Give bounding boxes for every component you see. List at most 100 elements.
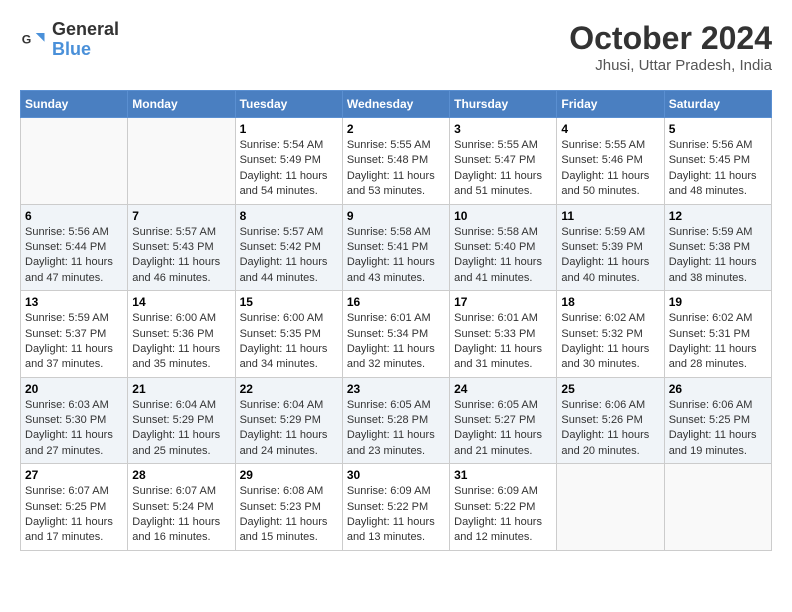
daylight-text: Daylight: 11 hours and 21 minutes. xyxy=(454,429,542,456)
calendar-cell: 3 Sunrise: 5:55 AM Sunset: 5:47 PM Dayli… xyxy=(450,118,557,205)
title-block: October 2024 Jhusi, Uttar Pradesh, India xyxy=(569,20,772,74)
day-info: Sunrise: 5:58 AM Sunset: 5:41 PM Dayligh… xyxy=(347,225,445,287)
day-info: Sunrise: 6:03 AM Sunset: 5:30 PM Dayligh… xyxy=(25,398,123,460)
calendar-cell: 5 Sunrise: 5:56 AM Sunset: 5:45 PM Dayli… xyxy=(664,118,771,205)
day-info: Sunrise: 6:06 AM Sunset: 5:26 PM Dayligh… xyxy=(561,398,659,460)
daylight-text: Daylight: 11 hours and 17 minutes. xyxy=(25,516,113,543)
sunset-text: Sunset: 5:22 PM xyxy=(454,501,535,513)
sunset-text: Sunset: 5:34 PM xyxy=(347,328,428,340)
sunrise-text: Sunrise: 5:55 AM xyxy=(561,139,645,151)
sunset-text: Sunset: 5:31 PM xyxy=(669,328,750,340)
sunrise-text: Sunrise: 6:00 AM xyxy=(132,312,216,324)
calendar-cell: 11 Sunrise: 5:59 AM Sunset: 5:39 PM Dayl… xyxy=(557,204,664,291)
sunset-text: Sunset: 5:49 PM xyxy=(240,154,321,166)
day-info: Sunrise: 6:08 AM Sunset: 5:23 PM Dayligh… xyxy=(240,484,338,546)
day-number: 8 xyxy=(240,209,338,223)
sunrise-text: Sunrise: 6:07 AM xyxy=(25,485,109,497)
sunset-text: Sunset: 5:45 PM xyxy=(669,154,750,166)
day-number: 18 xyxy=(561,295,659,309)
sunset-text: Sunset: 5:24 PM xyxy=(132,501,213,513)
daylight-text: Daylight: 11 hours and 20 minutes. xyxy=(561,429,649,456)
daylight-text: Daylight: 11 hours and 30 minutes. xyxy=(561,343,649,370)
calendar-day-header: Tuesday xyxy=(235,91,342,118)
day-info: Sunrise: 6:00 AM Sunset: 5:35 PM Dayligh… xyxy=(240,311,338,373)
sunrise-text: Sunrise: 5:57 AM xyxy=(240,226,324,238)
day-info: Sunrise: 5:59 AM Sunset: 5:37 PM Dayligh… xyxy=(25,311,123,373)
daylight-text: Daylight: 11 hours and 12 minutes. xyxy=(454,516,542,543)
calendar-cell: 31 Sunrise: 6:09 AM Sunset: 5:22 PM Dayl… xyxy=(450,464,557,551)
day-info: Sunrise: 6:04 AM Sunset: 5:29 PM Dayligh… xyxy=(240,398,338,460)
day-info: Sunrise: 6:05 AM Sunset: 5:28 PM Dayligh… xyxy=(347,398,445,460)
day-number: 10 xyxy=(454,209,552,223)
svg-text:G: G xyxy=(22,32,32,46)
sunset-text: Sunset: 5:30 PM xyxy=(25,414,106,426)
calendar-day-header: Friday xyxy=(557,91,664,118)
calendar-cell: 16 Sunrise: 6:01 AM Sunset: 5:34 PM Dayl… xyxy=(342,291,449,378)
page-header: G General Blue October 2024 Jhusi, Uttar… xyxy=(20,20,772,74)
day-number: 17 xyxy=(454,295,552,309)
calendar-cell: 30 Sunrise: 6:09 AM Sunset: 5:22 PM Dayl… xyxy=(342,464,449,551)
day-info: Sunrise: 6:01 AM Sunset: 5:33 PM Dayligh… xyxy=(454,311,552,373)
sunrise-text: Sunrise: 6:09 AM xyxy=(454,485,538,497)
daylight-text: Daylight: 11 hours and 43 minutes. xyxy=(347,256,435,283)
daylight-text: Daylight: 11 hours and 25 minutes. xyxy=(132,429,220,456)
day-info: Sunrise: 6:04 AM Sunset: 5:29 PM Dayligh… xyxy=(132,398,230,460)
sunrise-text: Sunrise: 6:05 AM xyxy=(454,399,538,411)
sunrise-text: Sunrise: 6:05 AM xyxy=(347,399,431,411)
calendar-week-row: 6 Sunrise: 5:56 AM Sunset: 5:44 PM Dayli… xyxy=(21,204,772,291)
logo: G General Blue xyxy=(20,20,119,60)
daylight-text: Daylight: 11 hours and 15 minutes. xyxy=(240,516,328,543)
sunrise-text: Sunrise: 6:01 AM xyxy=(454,312,538,324)
calendar-header-row: SundayMondayTuesdayWednesdayThursdayFrid… xyxy=(21,91,772,118)
day-number: 15 xyxy=(240,295,338,309)
day-info: Sunrise: 5:57 AM Sunset: 5:43 PM Dayligh… xyxy=(132,225,230,287)
calendar-cell: 4 Sunrise: 5:55 AM Sunset: 5:46 PM Dayli… xyxy=(557,118,664,205)
sunrise-text: Sunrise: 6:02 AM xyxy=(561,312,645,324)
calendar-week-row: 13 Sunrise: 5:59 AM Sunset: 5:37 PM Dayl… xyxy=(21,291,772,378)
day-number: 26 xyxy=(669,382,767,396)
day-number: 4 xyxy=(561,122,659,136)
sunset-text: Sunset: 5:25 PM xyxy=(669,414,750,426)
calendar-week-row: 20 Sunrise: 6:03 AM Sunset: 5:30 PM Dayl… xyxy=(21,377,772,464)
sunrise-text: Sunrise: 5:56 AM xyxy=(25,226,109,238)
calendar-cell: 10 Sunrise: 5:58 AM Sunset: 5:40 PM Dayl… xyxy=(450,204,557,291)
calendar-cell: 18 Sunrise: 6:02 AM Sunset: 5:32 PM Dayl… xyxy=(557,291,664,378)
sunrise-text: Sunrise: 6:02 AM xyxy=(669,312,753,324)
sunset-text: Sunset: 5:26 PM xyxy=(561,414,642,426)
sunset-text: Sunset: 5:28 PM xyxy=(347,414,428,426)
daylight-text: Daylight: 11 hours and 16 minutes. xyxy=(132,516,220,543)
location: Jhusi, Uttar Pradesh, India xyxy=(569,57,772,74)
day-number: 9 xyxy=(347,209,445,223)
sunrise-text: Sunrise: 6:07 AM xyxy=(132,485,216,497)
sunrise-text: Sunrise: 5:57 AM xyxy=(132,226,216,238)
sunrise-text: Sunrise: 5:55 AM xyxy=(454,139,538,151)
day-info: Sunrise: 5:56 AM Sunset: 5:45 PM Dayligh… xyxy=(669,138,767,200)
calendar-cell: 26 Sunrise: 6:06 AM Sunset: 5:25 PM Dayl… xyxy=(664,377,771,464)
day-info: Sunrise: 6:07 AM Sunset: 5:25 PM Dayligh… xyxy=(25,484,123,546)
day-number: 13 xyxy=(25,295,123,309)
calendar-body: 1 Sunrise: 5:54 AM Sunset: 5:49 PM Dayli… xyxy=(21,118,772,551)
sunrise-text: Sunrise: 6:06 AM xyxy=(561,399,645,411)
day-info: Sunrise: 6:05 AM Sunset: 5:27 PM Dayligh… xyxy=(454,398,552,460)
calendar-cell xyxy=(128,118,235,205)
sunset-text: Sunset: 5:36 PM xyxy=(132,328,213,340)
day-info: Sunrise: 5:55 AM Sunset: 5:48 PM Dayligh… xyxy=(347,138,445,200)
sunrise-text: Sunrise: 6:01 AM xyxy=(347,312,431,324)
daylight-text: Daylight: 11 hours and 51 minutes. xyxy=(454,170,542,197)
calendar-cell: 20 Sunrise: 6:03 AM Sunset: 5:30 PM Dayl… xyxy=(21,377,128,464)
sunrise-text: Sunrise: 5:59 AM xyxy=(25,312,109,324)
sunset-text: Sunset: 5:43 PM xyxy=(132,241,213,253)
month-year: October 2024 xyxy=(569,20,772,57)
day-number: 2 xyxy=(347,122,445,136)
daylight-text: Daylight: 11 hours and 27 minutes. xyxy=(25,429,113,456)
calendar-cell xyxy=(664,464,771,551)
day-number: 7 xyxy=(132,209,230,223)
day-number: 23 xyxy=(347,382,445,396)
day-number: 28 xyxy=(132,468,230,482)
daylight-text: Daylight: 11 hours and 32 minutes. xyxy=(347,343,435,370)
calendar-day-header: Monday xyxy=(128,91,235,118)
calendar-cell: 12 Sunrise: 5:59 AM Sunset: 5:38 PM Dayl… xyxy=(664,204,771,291)
day-number: 31 xyxy=(454,468,552,482)
day-info: Sunrise: 6:02 AM Sunset: 5:31 PM Dayligh… xyxy=(669,311,767,373)
sunset-text: Sunset: 5:41 PM xyxy=(347,241,428,253)
